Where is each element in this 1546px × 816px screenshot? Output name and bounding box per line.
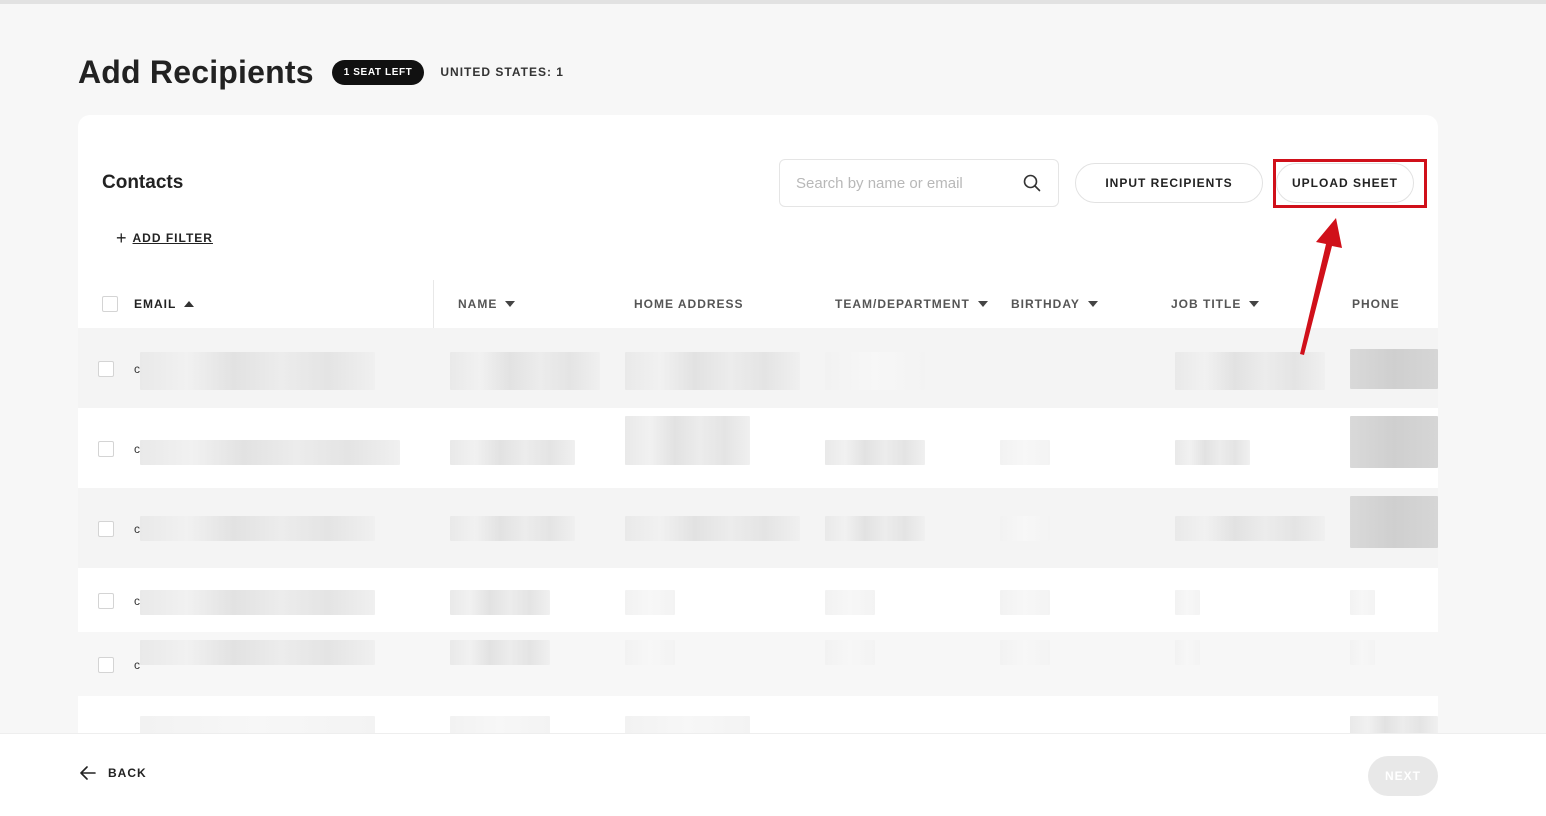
redacted-team	[825, 516, 925, 541]
redacted-job	[1175, 440, 1250, 465]
country-count: UNITED STATES: 1	[440, 65, 564, 79]
seat-badge: 1 SEAT LEFT	[331, 59, 425, 85]
redacted-name	[450, 640, 550, 665]
add-filter-label: ADD FILTER	[132, 231, 213, 245]
redacted-team	[825, 590, 875, 615]
add-filter-link[interactable]: + ADD FILTER	[116, 228, 213, 248]
next-button[interactable]: NEXT	[1368, 756, 1438, 796]
arrow-left-icon	[80, 766, 96, 780]
table-row[interactable]: c	[78, 408, 1438, 488]
search-input[interactable]	[796, 174, 1022, 192]
redacted-birthday	[1000, 640, 1050, 665]
redacted-birthday	[1000, 440, 1050, 465]
redacted-name	[450, 440, 575, 465]
table-row[interactable]: c	[78, 568, 1438, 632]
redacted-team	[825, 440, 925, 465]
table-row[interactable]: c	[78, 632, 1438, 696]
sort-up-icon	[184, 301, 195, 307]
row-checkbox[interactable]	[98, 593, 114, 609]
footer-bar: BACK NEXT	[0, 733, 1546, 816]
redacted-team	[825, 352, 925, 390]
redacted-address	[625, 590, 675, 615]
select-all-checkbox[interactable]	[102, 296, 118, 312]
row-checkbox[interactable]	[98, 441, 114, 457]
search-icon[interactable]	[1022, 173, 1042, 193]
redacted-name	[450, 352, 600, 390]
row-checkbox[interactable]	[98, 521, 114, 537]
redacted-job	[1175, 640, 1200, 665]
plus-icon: +	[116, 228, 127, 248]
redacted-team	[825, 640, 875, 665]
row-checkbox[interactable]	[98, 657, 114, 673]
redacted-address	[625, 640, 675, 665]
redacted-email	[140, 590, 375, 615]
table-row[interactable]: c	[78, 488, 1438, 568]
redacted-birthday	[1000, 516, 1050, 541]
column-header-team-department[interactable]: TEAM/DEPARTMENT	[835, 297, 988, 311]
contacts-title: Contacts	[102, 172, 184, 193]
column-header-email[interactable]: EMAIL	[134, 297, 195, 311]
redacted-name	[450, 516, 575, 541]
upload-highlight-box	[1273, 159, 1427, 208]
back-button[interactable]: BACK	[80, 766, 147, 780]
search-box	[779, 159, 1059, 207]
redacted-email	[140, 352, 375, 390]
page-header: Add Recipients 1 SEAT LEFT UNITED STATES…	[78, 50, 564, 94]
column-header-phone[interactable]: PHONE	[1352, 297, 1400, 311]
column-header-name[interactable]: NAME	[458, 297, 516, 311]
top-divider	[0, 0, 1546, 4]
sort-down-icon	[1249, 301, 1260, 307]
redacted-address	[625, 416, 750, 465]
contacts-card: Contacts INPUT RECIPIENTS UPLOAD SHEET +…	[78, 115, 1438, 755]
redacted-birthday	[1000, 590, 1050, 615]
row-checkbox[interactable]	[98, 361, 114, 377]
sort-down-icon	[505, 301, 516, 307]
annotation-arrow-icon	[1300, 218, 1342, 355]
redacted-job	[1175, 590, 1200, 615]
column-header-home-address[interactable]: HOME ADDRESS	[634, 297, 744, 311]
input-recipients-button[interactable]: INPUT RECIPIENTS	[1075, 163, 1263, 203]
back-label: BACK	[108, 766, 147, 780]
column-header-birthday[interactable]: BIRTHDAY	[1011, 297, 1098, 311]
redacted-phone	[1350, 496, 1438, 548]
sort-down-icon	[977, 301, 988, 307]
redacted-job	[1175, 516, 1325, 541]
redacted-phone	[1350, 590, 1375, 615]
table-row[interactable]: c	[78, 328, 1438, 408]
redacted-phone	[1350, 349, 1438, 389]
redacted-email	[140, 516, 375, 541]
redacted-name	[450, 590, 550, 615]
table-header: EMAIL NAME HOME ADDRESS TEAM/DEPARTMENT …	[78, 283, 1438, 325]
redacted-email	[140, 640, 375, 665]
redacted-email	[140, 440, 400, 465]
redacted-address	[625, 352, 800, 390]
sort-down-icon	[1087, 301, 1098, 307]
column-header-job-title[interactable]: JOB TITLE	[1171, 297, 1260, 311]
redacted-address	[625, 516, 800, 541]
redacted-phone	[1350, 640, 1375, 665]
redacted-phone	[1350, 416, 1438, 468]
page-title: Add Recipients	[78, 53, 314, 90]
